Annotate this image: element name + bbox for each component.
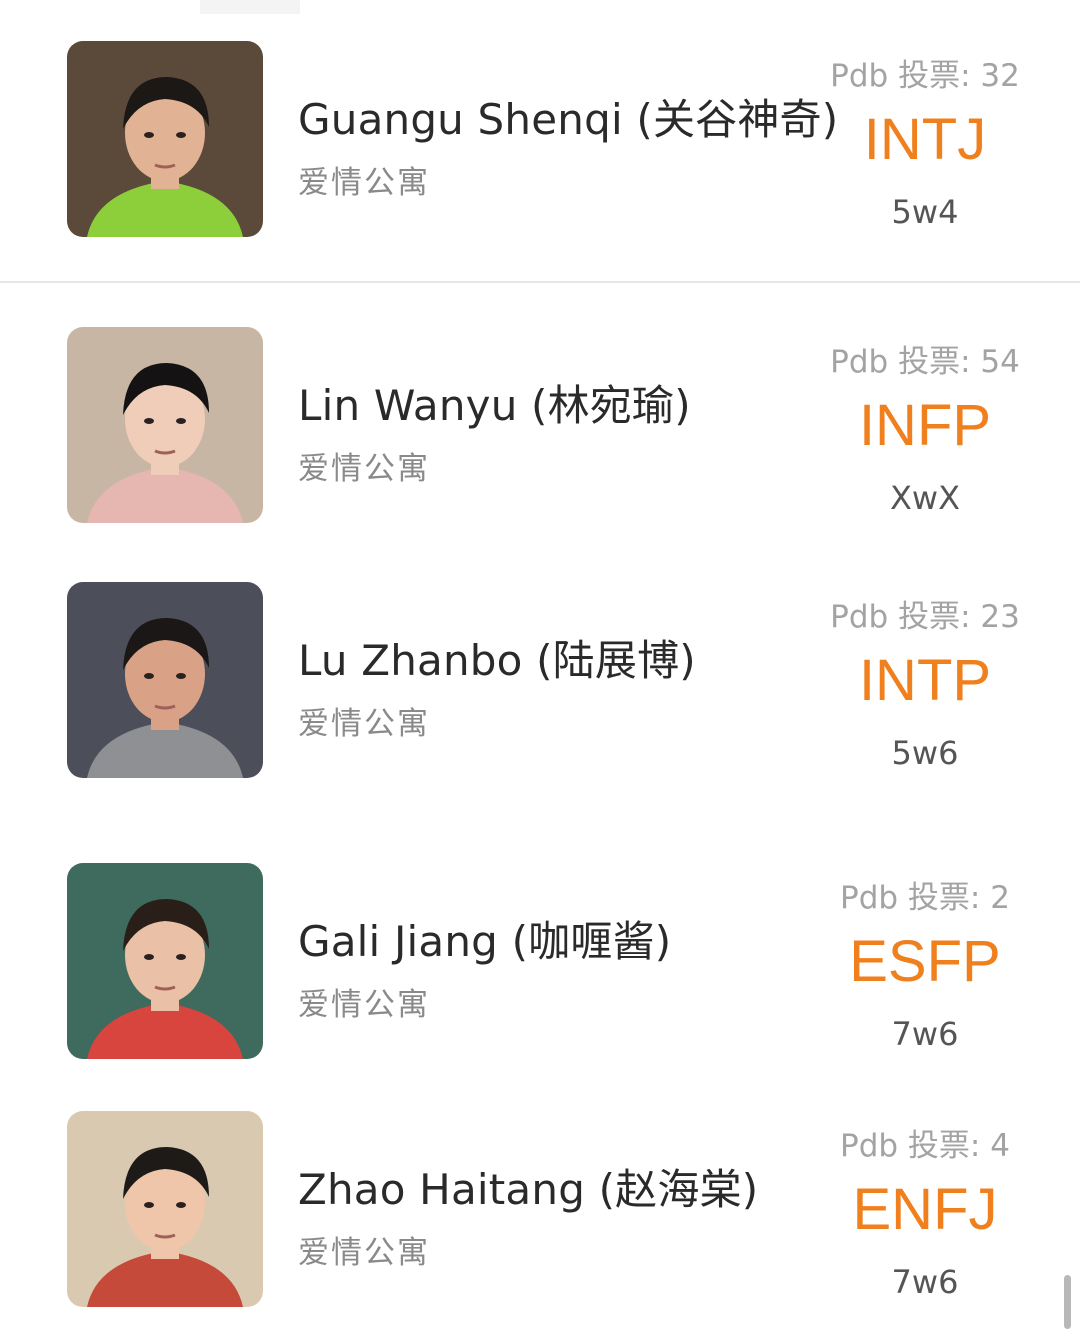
pdb-votes: Pdb 投票: 2 bbox=[840, 880, 1010, 916]
mbti-type: ESFP bbox=[849, 929, 1001, 994]
list-item[interactable]: Gali Jiang (咖喱酱) 爱情公寓 Pdb 投票: 2 ESFP 7w6 bbox=[0, 813, 1080, 1083]
avatar bbox=[67, 582, 263, 778]
mbti-type: INTJ bbox=[863, 107, 987, 172]
pdb-votes: Pdb 投票: 4 bbox=[840, 1128, 1010, 1164]
list-item[interactable]: Lin Wanyu (林宛瑜) 爱情公寓 Pdb 投票: 54 INFP XwX bbox=[0, 283, 1080, 543]
character-name: Zhao Haitang (赵海棠) bbox=[298, 1165, 759, 1214]
character-list: Guangu Shenqi (关谷神奇) 爱情公寓 Pdb 投票: 32 INT… bbox=[0, 0, 1080, 1329]
enneagram-type: 7w6 bbox=[891, 1263, 959, 1301]
enneagram-type: 7w6 bbox=[891, 1015, 959, 1053]
pdb-votes: Pdb 投票: 32 bbox=[830, 58, 1020, 94]
show-title: 爱情公寓 bbox=[298, 1235, 430, 1271]
list-item[interactable]: Guangu Shenqi (关谷神奇) 爱情公寓 Pdb 投票: 32 INT… bbox=[0, 0, 1080, 282]
pdb-votes: Pdb 投票: 54 bbox=[830, 344, 1020, 380]
character-name: Lin Wanyu (林宛瑜) bbox=[298, 381, 691, 430]
mbti-type: INFP bbox=[858, 393, 992, 458]
avatar bbox=[67, 327, 263, 523]
show-title: 爱情公寓 bbox=[298, 706, 430, 742]
scrollbar[interactable] bbox=[1064, 1275, 1071, 1329]
character-name: Gali Jiang (咖喱酱) bbox=[298, 917, 672, 966]
list-item[interactable]: Zhao Haitang (赵海棠) 爱情公寓 Pdb 投票: 4 ENFJ 7… bbox=[0, 1083, 1080, 1329]
show-title: 爱情公寓 bbox=[298, 165, 430, 201]
character-name: Lu Zhanbo (陆展博) bbox=[298, 636, 696, 685]
avatar bbox=[67, 41, 263, 237]
enneagram-type: 5w6 bbox=[891, 734, 959, 772]
avatar bbox=[67, 863, 263, 1059]
show-title: 爱情公寓 bbox=[298, 987, 430, 1023]
mbti-type: INTP bbox=[858, 648, 992, 713]
enneagram-type: 5w4 bbox=[891, 193, 959, 231]
character-name: Guangu Shenqi (关谷神奇) bbox=[298, 95, 839, 144]
avatar bbox=[67, 1111, 263, 1307]
mbti-type: ENFJ bbox=[852, 1177, 998, 1242]
pdb-votes: Pdb 投票: 23 bbox=[830, 599, 1020, 635]
list-item[interactable]: Lu Zhanbo (陆展博) 爱情公寓 Pdb 投票: 23 INTP 5w6 bbox=[0, 543, 1080, 813]
show-title: 爱情公寓 bbox=[298, 451, 430, 487]
enneagram-type: XwX bbox=[889, 479, 960, 517]
